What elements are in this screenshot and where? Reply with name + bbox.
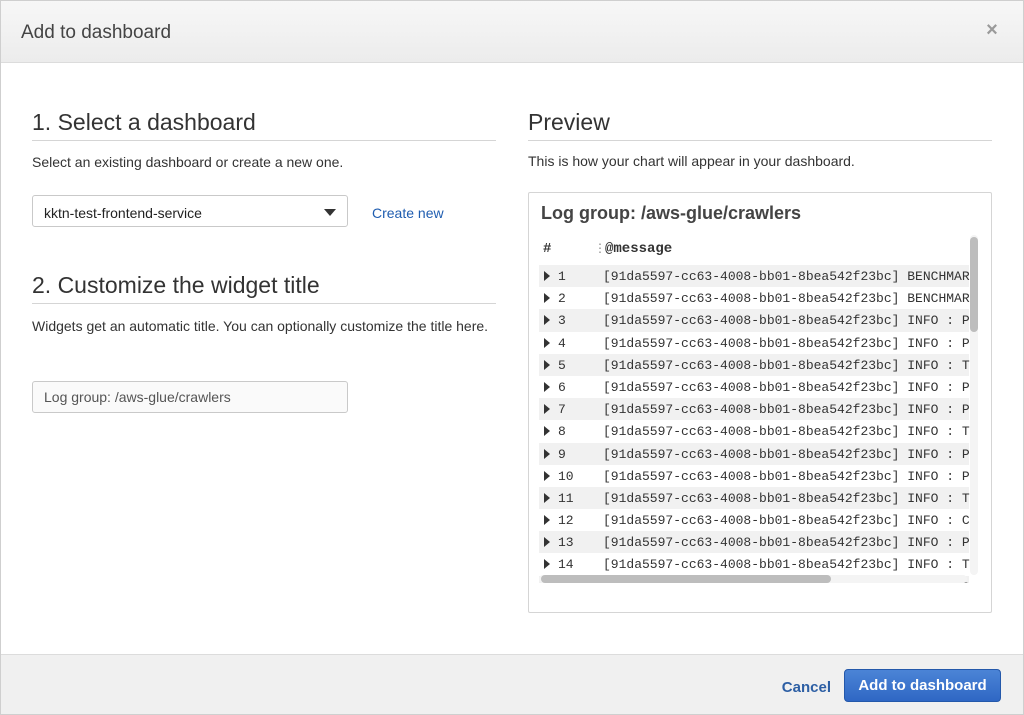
row-number: 3: [558, 313, 566, 329]
row-number: 14: [558, 557, 574, 573]
preview-description: This is how your chart will appear in yo…: [528, 153, 855, 169]
expand-arrow-icon[interactable]: [544, 559, 550, 570]
table-row[interactable]: 14 [91da5597-cc63-4008-bb01-8bea542f23bc]…: [539, 553, 977, 575]
table-row[interactable]: 1 [91da5597-cc63-4008-bb01-8bea542f23bc] …: [539, 265, 977, 288]
dialog-footer: Cancel Add to dashboard: [1, 654, 1023, 714]
log-table-header: # ⋮ @message: [539, 235, 969, 263]
row-message: [91da5597-cc63-4008-bb01-8bea542f23bc] I…: [603, 357, 978, 373]
row-number: 10: [558, 468, 574, 484]
table-row[interactable]: 10 [91da5597-cc63-4008-bb01-8bea542f23bc]…: [539, 465, 977, 487]
divider: [32, 303, 496, 304]
horizontal-scrollbar[interactable]: [539, 575, 967, 583]
expand-arrow-icon[interactable]: [544, 470, 550, 481]
expand-arrow-icon[interactable]: [544, 381, 550, 392]
row-message: [91da5597-cc63-4008-bb01-8bea542f23bc] I…: [603, 313, 978, 329]
row-number: 8: [558, 424, 566, 440]
expand-arrow-icon[interactable]: [544, 492, 550, 503]
dashboard-select[interactable]: kktn-test-frontend-service: [32, 195, 348, 227]
vertical-scroll-thumb[interactable]: [970, 237, 978, 332]
table-row[interactable]: 12 [91da5597-cc63-4008-bb01-8bea542f23bc]…: [539, 509, 977, 531]
row-number: 7: [558, 402, 566, 418]
table-row[interactable]: 3 [91da5597-cc63-4008-bb01-8bea542f23bc] …: [539, 309, 977, 332]
widget-preview-title: Log group: /aws-glue/crawlers: [541, 203, 802, 223]
expand-arrow-icon[interactable]: [544, 537, 550, 548]
table-row[interactable]: 2 [91da5597-cc63-4008-bb01-8bea542f23bc] …: [539, 287, 977, 309]
column-header-message: @message: [605, 241, 673, 257]
widget-title-input[interactable]: [32, 381, 348, 413]
row-message: [91da5597-cc63-4008-bb01-8bea542f23bc] I…: [603, 379, 978, 395]
expand-arrow-icon[interactable]: [544, 315, 550, 326]
dialog-title: Add to dashboard: [21, 22, 172, 43]
table-row[interactable]: 9 [91da5597-cc63-4008-bb01-8bea542f23bc] …: [539, 442, 977, 465]
expand-arrow-icon[interactable]: [544, 271, 550, 281]
row-message: [91da5597-cc63-4008-bb01-8bea542f23bc] I…: [603, 468, 978, 484]
table-row[interactable]: 6 [91da5597-cc63-4008-bb01-8bea542f23bc] …: [539, 376, 977, 398]
add-to-dashboard-dialog: Add to dashboard × 1. Select a dashboard…: [0, 0, 1024, 715]
select-dashboard-heading: 1. Select a dashboard: [32, 109, 256, 135]
close-icon[interactable]: ×: [983, 20, 1001, 40]
row-number: 9: [558, 446, 566, 462]
table-row[interactable]: 13 [91da5597-cc63-4008-bb01-8bea542f23bc]…: [539, 531, 977, 554]
expand-arrow-icon[interactable]: [544, 359, 550, 370]
row-number: 4: [558, 335, 566, 351]
row-number: 13: [558, 535, 574, 551]
expand-arrow-icon[interactable]: [544, 515, 550, 526]
add-to-dashboard-button[interactable]: Add to dashboard: [844, 669, 1001, 702]
table-row[interactable]: 5 [91da5597-cc63-4008-bb01-8bea542f23bc] …: [539, 353, 977, 376]
create-new-link[interactable]: Create new: [372, 205, 444, 221]
select-dashboard-description: Select an existing dashboard or create a…: [32, 154, 344, 170]
row-message: [91da5597-cc63-4008-bb01-8bea542f23bc] I…: [603, 446, 978, 462]
table-row[interactable]: 8 [91da5597-cc63-4008-bb01-8bea542f23bc] …: [539, 420, 977, 442]
row-message: [91da5597-cc63-4008-bb01-8bea542f23bc] I…: [603, 490, 978, 506]
row-number: 2: [558, 291, 566, 307]
row-number: 11: [558, 490, 574, 506]
row-number: 5: [558, 357, 566, 373]
table-row[interactable]: 11 [91da5597-cc63-4008-bb01-8bea542f23bc]…: [539, 486, 977, 510]
expand-arrow-icon[interactable]: [544, 448, 550, 459]
row-number: 1: [558, 269, 566, 284]
row-number: 12: [558, 513, 574, 529]
table-row[interactable]: 7 [91da5597-cc63-4008-bb01-8bea542f23bc] …: [539, 398, 977, 421]
row-message: [91da5597-cc63-4008-bb01-8bea542f23bc] B…: [603, 269, 978, 284]
widget-preview: Log group: /aws-glue/crawlers # ⋮ @messa…: [528, 192, 992, 613]
expand-arrow-icon[interactable]: [544, 426, 550, 437]
log-table: # ⋮ @message 1 [91da5597-cc63-4008-bb01-8…: [539, 235, 980, 583]
row-message: [91da5597-cc63-4008-bb01-8bea542f23bc] I…: [603, 424, 978, 440]
customize-title-heading: 2. Customize the widget title: [32, 272, 320, 298]
divider: [528, 140, 992, 141]
row-message: [91da5597-cc63-4008-bb01-8bea542f23bc] I…: [603, 513, 978, 529]
dashboard-select-value: kktn-test-frontend-service: [44, 205, 202, 221]
cancel-button[interactable]: Cancel: [782, 679, 831, 696]
row-message: [91da5597-cc63-4008-bb01-8bea542f23bc] B…: [603, 291, 978, 307]
dialog-header: Add to dashboard ×: [1, 1, 1023, 63]
row-message: [91da5597-cc63-4008-bb01-8bea542f23bc] I…: [603, 402, 978, 418]
divider: [32, 140, 496, 141]
row-message: [91da5597-cc63-4008-bb01-8bea542f23bc] I…: [603, 535, 978, 551]
table-row[interactable]: 4 [91da5597-cc63-4008-bb01-8bea542f23bc] …: [539, 332, 977, 354]
expand-arrow-icon[interactable]: [544, 293, 550, 304]
vertical-scrollbar[interactable]: [970, 235, 978, 575]
preview-heading: Preview: [528, 109, 610, 135]
expand-arrow-icon[interactable]: [544, 337, 550, 348]
row-message: [91da5597-cc63-4008-bb01-8bea542f23bc] I…: [603, 557, 978, 573]
horizontal-scroll-thumb[interactable]: [541, 575, 831, 583]
column-header-number: #: [543, 241, 552, 257]
row-number: 6: [558, 379, 566, 395]
customize-title-description: Widgets get an automatic title. You can …: [32, 318, 489, 334]
log-rows: 1 [91da5597-cc63-4008-bb01-8bea542f23bc] …: [539, 265, 977, 583]
row-message: [91da5597-cc63-4008-bb01-8bea542f23bc] I…: [603, 335, 978, 351]
expand-arrow-icon[interactable]: [544, 404, 550, 415]
caret-down-icon: [324, 209, 336, 216]
